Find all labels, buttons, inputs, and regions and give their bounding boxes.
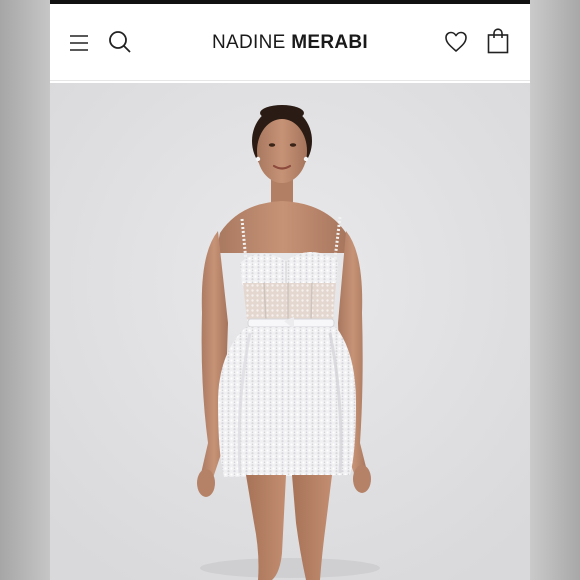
bag-button[interactable] [487,28,509,54]
model-photo [50,83,530,580]
site-header: NADINE MERABI [50,4,530,81]
screenshot-border-left [0,0,50,580]
brand-logo-second: MERABI [291,32,368,53]
product-page: NADINE MERABI [50,0,530,580]
product-hero-image[interactable] [50,83,530,580]
screenshot-border-right [530,0,580,580]
shopping-bag-icon [487,28,509,54]
heart-icon [445,31,467,52]
brand-logo-first: NADINE [212,32,286,53]
wishlist-button[interactable] [444,30,468,54]
